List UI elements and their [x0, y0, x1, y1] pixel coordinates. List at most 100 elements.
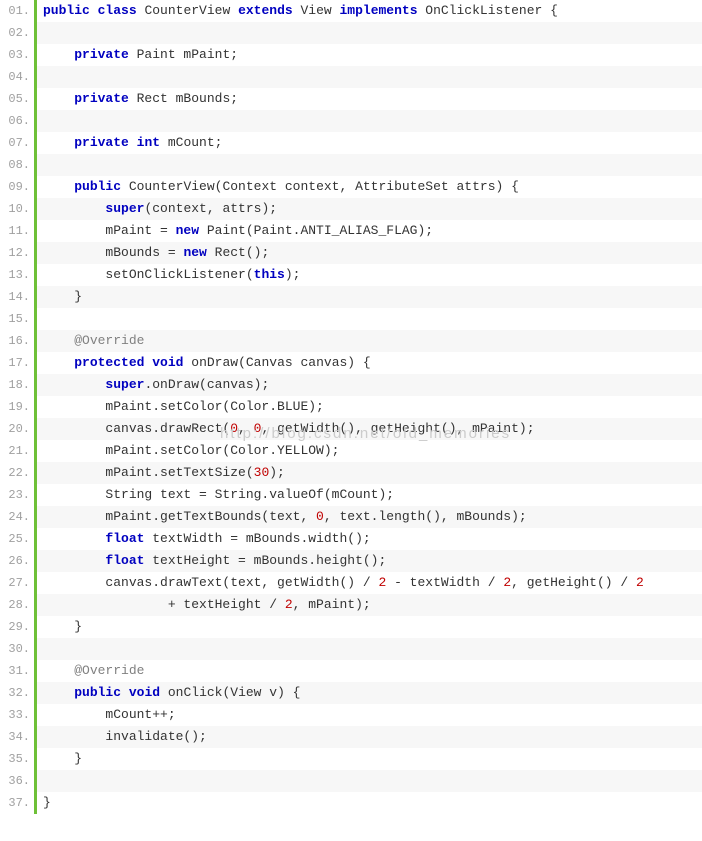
line-number: 24.	[0, 506, 30, 528]
line-number: 01.	[0, 0, 30, 22]
token-kw: private	[74, 135, 129, 150]
code-line: private Paint mPaint;	[37, 44, 702, 66]
code-line: private Rect mBounds;	[37, 88, 702, 110]
token-txt	[43, 377, 105, 392]
line-number: 35.	[0, 748, 30, 770]
line-number: 18.	[0, 374, 30, 396]
token-kw: int	[137, 135, 160, 150]
token-txt: Rect mBounds;	[129, 91, 238, 106]
token-txt	[43, 135, 74, 150]
token-txt: );	[269, 465, 285, 480]
token-txt: mPaint.setTextSize(	[43, 465, 254, 480]
line-number: 28.	[0, 594, 30, 616]
token-num: 30	[254, 465, 270, 480]
code-line: mPaint.getTextBounds(text, 0, text.lengt…	[37, 506, 702, 528]
line-number: 23.	[0, 484, 30, 506]
token-kw: this	[254, 267, 285, 282]
code-block: 01.02.03.04.05.06.07.08.09.10.11.12.13.1…	[0, 0, 702, 814]
token-kw: void	[152, 355, 183, 370]
token-txt: .onDraw(canvas);	[144, 377, 269, 392]
line-number: 34.	[0, 726, 30, 748]
code-line: mPaint = new Paint(Paint.ANTI_ALIAS_FLAG…	[37, 220, 702, 242]
token-txt: , getHeight() /	[511, 575, 636, 590]
token-txt: mPaint =	[43, 223, 176, 238]
line-number: 14.	[0, 286, 30, 308]
code-line: mPaint.setColor(Color.BLUE);	[37, 396, 702, 418]
line-number: 33.	[0, 704, 30, 726]
code-line	[37, 110, 702, 132]
token-txt	[43, 201, 105, 216]
code-line: + textHeight / 2, mPaint);	[37, 594, 702, 616]
token-txt	[90, 3, 98, 18]
token-txt: invalidate();	[43, 729, 207, 744]
token-annot: @Override	[74, 333, 144, 348]
token-kw: super	[105, 201, 144, 216]
token-kw: new	[176, 223, 199, 238]
line-number: 31.	[0, 660, 30, 682]
token-kw: public	[74, 179, 121, 194]
line-number: 36.	[0, 770, 30, 792]
code-line: super(context, attrs);	[37, 198, 702, 220]
code-line	[37, 154, 702, 176]
token-kw: implements	[339, 3, 417, 18]
token-kw: void	[129, 685, 160, 700]
token-num: 2	[503, 575, 511, 590]
line-number: 20.	[0, 418, 30, 440]
token-txt: textHeight = mBounds.height();	[144, 553, 386, 568]
code-line: canvas.drawText(text, getWidth() / 2 - t…	[37, 572, 702, 594]
code-line	[37, 22, 702, 44]
token-txt: mPaint.setColor(Color.BLUE);	[43, 399, 324, 414]
token-txt: , getWidth(), getHeight(), mPaint);	[261, 421, 534, 436]
code-line: public void onClick(View v) {	[37, 682, 702, 704]
token-txt: }	[43, 289, 82, 304]
token-txt	[43, 685, 74, 700]
code-line: }	[37, 792, 702, 814]
line-number-gutter: 01.02.03.04.05.06.07.08.09.10.11.12.13.1…	[0, 0, 34, 814]
code-line	[37, 308, 702, 330]
token-num: 2	[285, 597, 293, 612]
token-kw: public	[43, 3, 90, 18]
token-kw: public	[74, 685, 121, 700]
token-txt: );	[285, 267, 301, 282]
line-number: 13.	[0, 264, 30, 286]
token-txt: OnClickListener {	[418, 3, 558, 18]
token-kw: super	[105, 377, 144, 392]
line-number: 08.	[0, 154, 30, 176]
line-number: 26.	[0, 550, 30, 572]
token-txt: Rect();	[207, 245, 269, 260]
token-txt: + textHeight /	[43, 597, 285, 612]
code-line: mBounds = new Rect();	[37, 242, 702, 264]
token-txt: mCount;	[160, 135, 222, 150]
token-num: 0	[230, 421, 238, 436]
line-number: 22.	[0, 462, 30, 484]
token-txt	[43, 531, 105, 546]
token-kw: extends	[238, 3, 293, 18]
line-number: 11.	[0, 220, 30, 242]
token-txt: CounterView(Context context, AttributeSe…	[121, 179, 519, 194]
line-number: 25.	[0, 528, 30, 550]
line-number: 37.	[0, 792, 30, 814]
code-line	[37, 638, 702, 660]
line-number: 27.	[0, 572, 30, 594]
code-lines: public class CounterView extends View im…	[37, 0, 702, 814]
token-txt	[43, 663, 74, 678]
token-txt: setOnClickListener(	[43, 267, 254, 282]
line-number: 30.	[0, 638, 30, 660]
line-number: 09.	[0, 176, 30, 198]
token-txt: onDraw(Canvas canvas) {	[183, 355, 370, 370]
code-line: protected void onDraw(Canvas canvas) {	[37, 352, 702, 374]
line-number: 17.	[0, 352, 30, 374]
token-txt: mPaint.setColor(Color.YELLOW);	[43, 443, 339, 458]
token-txt: }	[43, 619, 82, 634]
code-line: @Override	[37, 660, 702, 682]
line-number: 06.	[0, 110, 30, 132]
token-kw: new	[183, 245, 206, 260]
token-txt: }	[43, 751, 82, 766]
token-txt: mCount++;	[43, 707, 176, 722]
token-txt	[43, 179, 74, 194]
token-txt	[121, 685, 129, 700]
token-kw: float	[105, 531, 144, 546]
token-kw: class	[98, 3, 137, 18]
token-kw: private	[74, 91, 129, 106]
line-number: 02.	[0, 22, 30, 44]
